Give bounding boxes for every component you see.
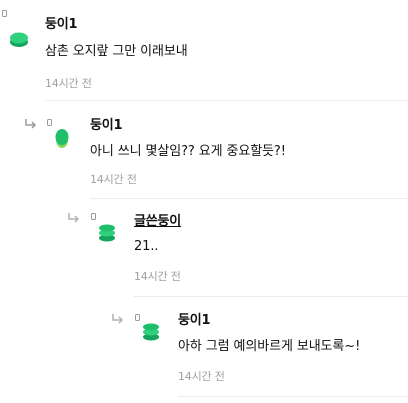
comment-item: 둥이1 아니 쓰니 몇살임?? 요게 중요할듯?! 14시간 전 [0, 100, 408, 200]
comment-time: 14시간 전 [90, 173, 137, 186]
dot-marker-icon [47, 119, 52, 126]
comment-text: 삼촌 오지랖 그만 이래보내 [45, 44, 188, 59]
comment-text: 21.. [134, 239, 159, 254]
avatar-icon[interactable] [8, 30, 30, 48]
reply-arrow-icon [112, 314, 124, 324]
comment-item: 둥이1 아하 그럼 예의바르게 보내도록~! 14시간 전 [0, 296, 408, 403]
dot-marker-icon [91, 213, 96, 220]
reply-arrow-icon [25, 119, 37, 129]
avatar-icon[interactable] [97, 223, 117, 243]
comment-text: 아하 그럼 예의바르게 보내도록~! [178, 339, 361, 354]
reply-arrow-icon [68, 213, 80, 223]
comment-text: 아니 쓰니 몇살임?? 요게 중요할듯?! [90, 144, 286, 159]
comment-author[interactable]: 둥이1 [45, 17, 78, 33]
comment-time: 14시간 전 [178, 370, 225, 383]
comment-item: 둥이1 삼촌 오지랖 그만 이래보내 14시간 전 [0, 0, 408, 100]
avatar-icon[interactable] [141, 322, 161, 342]
dot-marker-icon [2, 10, 7, 17]
comment-time: 14시간 전 [45, 77, 92, 90]
comment-time: 14시간 전 [134, 270, 181, 283]
avatar-icon[interactable] [53, 127, 71, 149]
dot-marker-icon [135, 314, 140, 321]
comment-author[interactable]: 둥이1 [178, 313, 211, 329]
comment-item: 글쓴둥이 21.. 14시간 전 [0, 198, 408, 296]
comment-divider [178, 396, 408, 397]
comment-author[interactable]: 둥이1 [90, 118, 123, 134]
comment-author[interactable]: 글쓴둥이 [134, 214, 181, 230]
